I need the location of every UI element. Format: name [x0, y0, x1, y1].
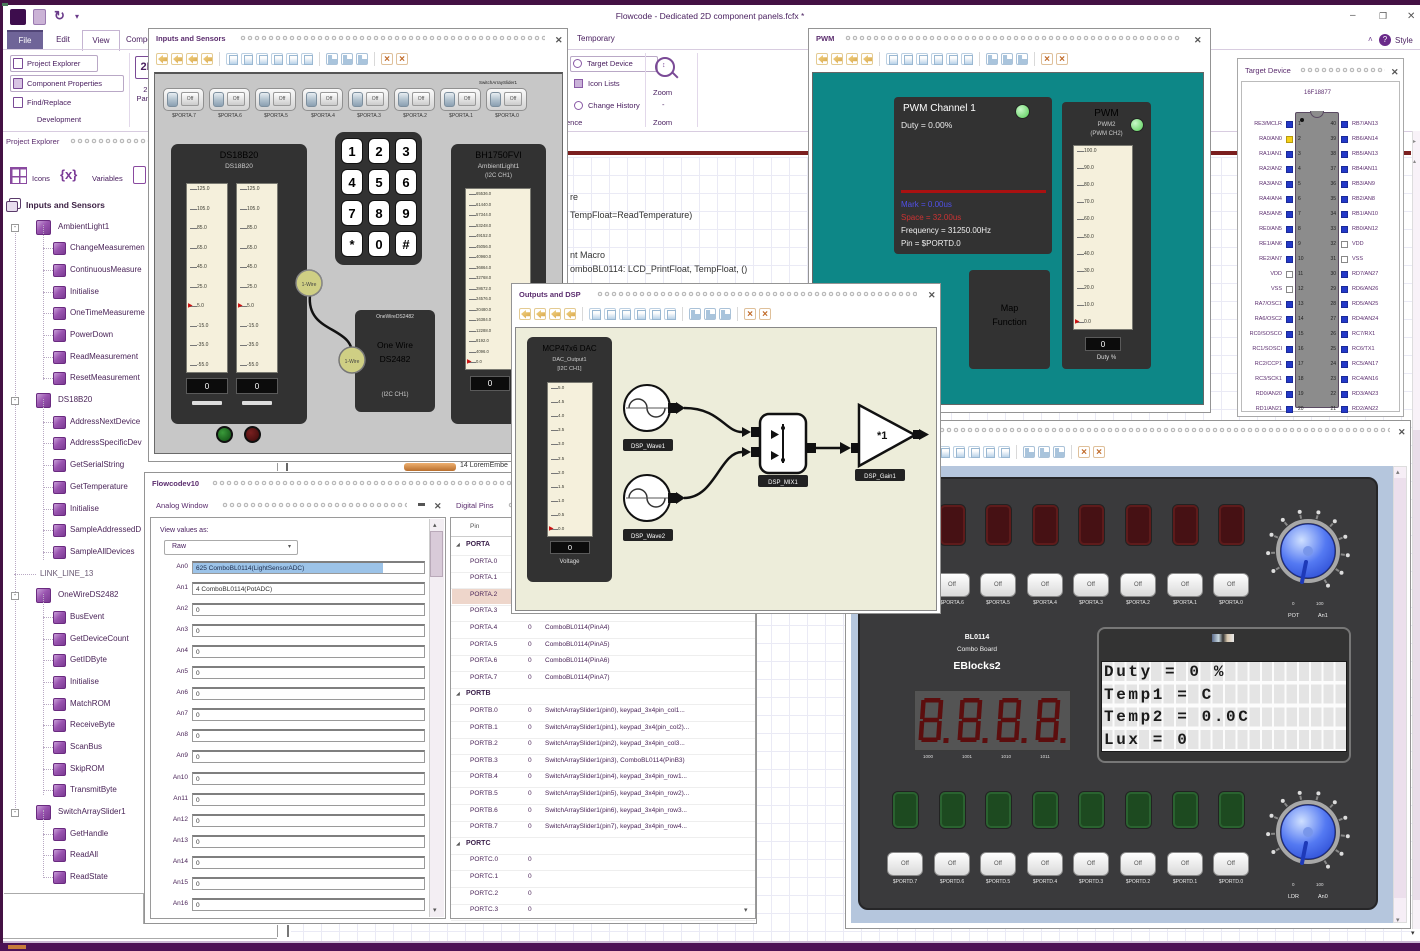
- svg-text:1-Wire: 1-Wire: [345, 359, 360, 365]
- svg-text:DSP_Wave2: DSP_Wave2: [631, 534, 666, 540]
- svg-text:1-Wire: 1-Wire: [302, 282, 317, 288]
- svg-text:DSP_MIX1: DSP_MIX1: [768, 480, 798, 486]
- svg-text:DSP_Wave1: DSP_Wave1: [631, 444, 666, 450]
- svg-text:DSP_Gain1: DSP_Gain1: [864, 474, 896, 480]
- svg-text:*1: *1: [877, 430, 887, 442]
